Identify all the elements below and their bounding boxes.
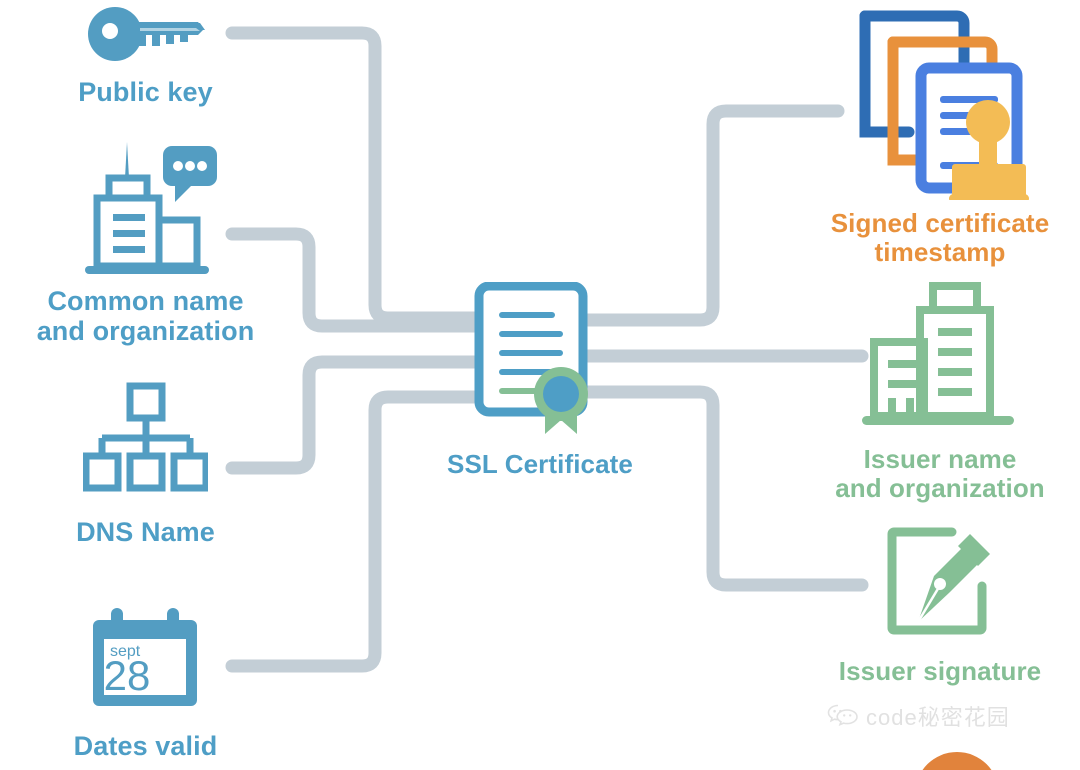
node-label: DNS Name [76,517,215,547]
node-label: Common name and organization [36,286,255,347]
diagram-canvas: Public key Common name and organization … [0,0,1080,770]
key-icon [18,4,273,69]
node-label: SSL Certificate [447,449,633,479]
buildings-icon [800,280,1080,437]
node-dates-valid[interactable]: sept 28 Dates valid [18,606,273,761]
node-issuer-signature[interactable]: Issuer signature [800,524,1080,686]
node-common-name[interactable]: Common name and organization [8,140,283,346]
calendar-day: 28 [104,652,151,699]
signature-pen-icon [800,524,1080,651]
building-speech-icon [8,140,283,280]
node-label: Public key [78,77,213,107]
node-label: Issuer signature [838,656,1042,686]
node-ssl-certificate[interactable]: SSL Certificate [420,281,660,479]
node-issuer-name[interactable]: Issuer name and organization [800,280,1080,503]
node-label: Dates valid [73,731,218,761]
watermark: code秘密花园 [826,700,1010,732]
node-label: Signed certificate timestamp [830,208,1050,268]
node-dns-name[interactable]: DNS Name [18,382,273,547]
node-signed-timestamp[interactable]: Signed certificate timestamp [800,4,1080,267]
node-public-key[interactable]: Public key [18,4,273,107]
node-label: Issuer name and organization [835,444,1045,504]
watermark-text: code秘密花园 [866,705,1010,730]
calendar-icon: sept 28 [18,606,273,721]
org-chart-icon [18,382,273,507]
wechat-icon [826,702,860,731]
stamped-documents-icon [800,4,1080,205]
certificate-document-icon [420,281,660,442]
